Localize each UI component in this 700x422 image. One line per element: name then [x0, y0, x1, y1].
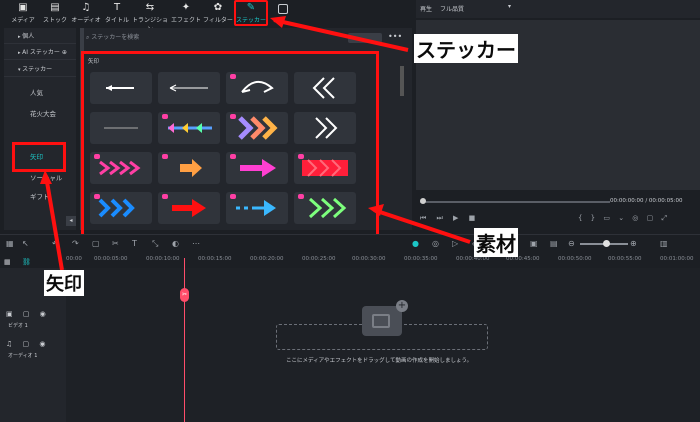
- sidebar: ▸ 個人 ▸ AI ステッカー ⊕ ▾ ステッカー 人気 花火大会 矢印 ソーシ…: [4, 28, 76, 230]
- timeline-menu-icon[interactable]: ▥: [660, 239, 668, 248]
- content-scrollbar[interactable]: [400, 66, 404, 96]
- delete-icon[interactable]: ▢: [92, 239, 100, 248]
- zoom-handle[interactable]: [603, 240, 610, 247]
- zoom-out-icon[interactable]: ⊖: [568, 239, 575, 248]
- layout-icon[interactable]: ▣: [530, 239, 538, 248]
- preview-tools[interactable]: { } ▭ ⌄ ◎ ▢ ⤢: [578, 214, 670, 223]
- tab-transition[interactable]: ⇆トランジション: [130, 2, 170, 33]
- scrubber-handle[interactable]: [420, 198, 426, 204]
- sidebar-item-social[interactable]: ソーシャル: [4, 171, 76, 185]
- music-icon: ♫: [81, 2, 91, 13]
- media-tab-bar: ▣メディア ▤ストック ♫オーディオ Tタイトル ⇆トランジション ✦エフェクト…: [0, 0, 412, 33]
- video-track-label: ビデオ 1: [8, 323, 28, 329]
- tab-effect[interactable]: ✦ エフェクト: [170, 2, 202, 28]
- timeline-toolbar: [0, 234, 700, 256]
- sidebar-item-ai-sticker[interactable]: ▸ AI ステッカー ⊕: [4, 46, 76, 60]
- tab-audio[interactable]: ♫ オーディオ: [70, 2, 102, 28]
- chevron-down-icon: ▾: [508, 3, 512, 10]
- text-icon[interactable]: T: [132, 239, 137, 248]
- quality-dropdown[interactable]: フル品質: [440, 4, 464, 13]
- sidebar-item-sticker[interactable]: ▾ ステッカー: [4, 63, 76, 77]
- sidebar-item-popular[interactable]: 人気: [4, 86, 76, 100]
- search-icon: ⌕: [86, 34, 90, 41]
- sidebar-item-fireworks[interactable]: 花火大会: [4, 107, 76, 121]
- undo-icon[interactable]: ↶: [52, 239, 59, 248]
- sidebar-item-gift[interactable]: ギフト: [4, 190, 76, 204]
- preview-scrubber[interactable]: [420, 201, 610, 203]
- template-icon[interactable]: [278, 4, 288, 14]
- collapse-icon[interactable]: ◂: [66, 216, 76, 226]
- zoom-in-icon[interactable]: ⊕: [630, 239, 637, 248]
- more-icon[interactable]: •••: [388, 32, 402, 41]
- link-icon[interactable]: ⛓: [22, 258, 31, 266]
- grid-icon[interactable]: ▦: [6, 239, 14, 248]
- media-icon: ▣: [18, 2, 28, 13]
- add-track-icon[interactable]: ▦: [4, 258, 11, 266]
- title-icon: T: [113, 2, 121, 13]
- sticker-tab-highlight: [234, 0, 268, 26]
- time-ruler[interactable]: 00:00 00:00:05:00 00:00:10:00 00:00:15:0…: [66, 256, 700, 268]
- time-display: 00:00:00:00 / 00:00:05:00: [610, 198, 683, 204]
- tab-stock[interactable]: ▤ ストック: [40, 2, 70, 28]
- more-tools-icon[interactable]: ⋯: [192, 239, 200, 248]
- sidebar-item-personal[interactable]: ▸ 個人: [4, 30, 76, 44]
- timeline-hint: ここにメディアやエフェクトをドラッグして動画の作成を開始しましょう。: [286, 358, 473, 364]
- annotation-sticker: ステッカー: [414, 34, 518, 63]
- add-media-icon[interactable]: +: [362, 300, 408, 336]
- sparkle-icon: ⊕: [61, 49, 67, 56]
- effect-icon: ✦: [181, 2, 191, 13]
- crop-icon[interactable]: ⤡: [152, 239, 158, 249]
- arrow-item-highlight: [12, 142, 66, 172]
- stock-icon: ▤: [50, 2, 60, 13]
- search-input[interactable]: ⌕ ステッカーを検索: [86, 32, 286, 44]
- tab-filter[interactable]: ✿ フィルター: [202, 2, 234, 28]
- snap-icon[interactable]: ◎: [432, 239, 439, 248]
- audio-track-label: オーディオ 1: [8, 353, 38, 359]
- playhead[interactable]: [184, 258, 185, 422]
- ai-icon[interactable]: ●: [412, 239, 419, 248]
- redo-icon[interactable]: ↷: [72, 239, 79, 248]
- select-icon[interactable]: ↖: [22, 239, 29, 248]
- tab-title[interactable]: T タイトル: [102, 2, 132, 28]
- tab-media[interactable]: ▣ メディア: [8, 2, 38, 28]
- marker-icon[interactable]: ▷: [452, 239, 458, 248]
- transition-icon: ⇆: [145, 2, 155, 13]
- playback-controls[interactable]: ⏮ ⏭ ▶ ■: [420, 214, 479, 223]
- render-icon[interactable]: ▤: [550, 239, 558, 248]
- preview-label: 再生: [420, 6, 433, 13]
- video-track-controls[interactable]: ▣ ▢ ◉: [6, 310, 50, 318]
- material-highlight: [81, 51, 379, 237]
- annotation-material: 素材: [474, 228, 518, 257]
- annotation-arrow: 矢印: [44, 270, 84, 296]
- color-icon[interactable]: ◐: [172, 239, 179, 248]
- split-handle-icon[interactable]: ✂: [180, 288, 189, 302]
- filter-icon: ✿: [213, 2, 223, 13]
- split-icon[interactable]: ✂: [112, 239, 119, 248]
- audio-track-controls[interactable]: ♫ ▢ ◉: [6, 340, 49, 348]
- sort-dropdown[interactable]: [348, 33, 382, 43]
- preview-header: 再生 フル品質 ▾: [416, 0, 700, 18]
